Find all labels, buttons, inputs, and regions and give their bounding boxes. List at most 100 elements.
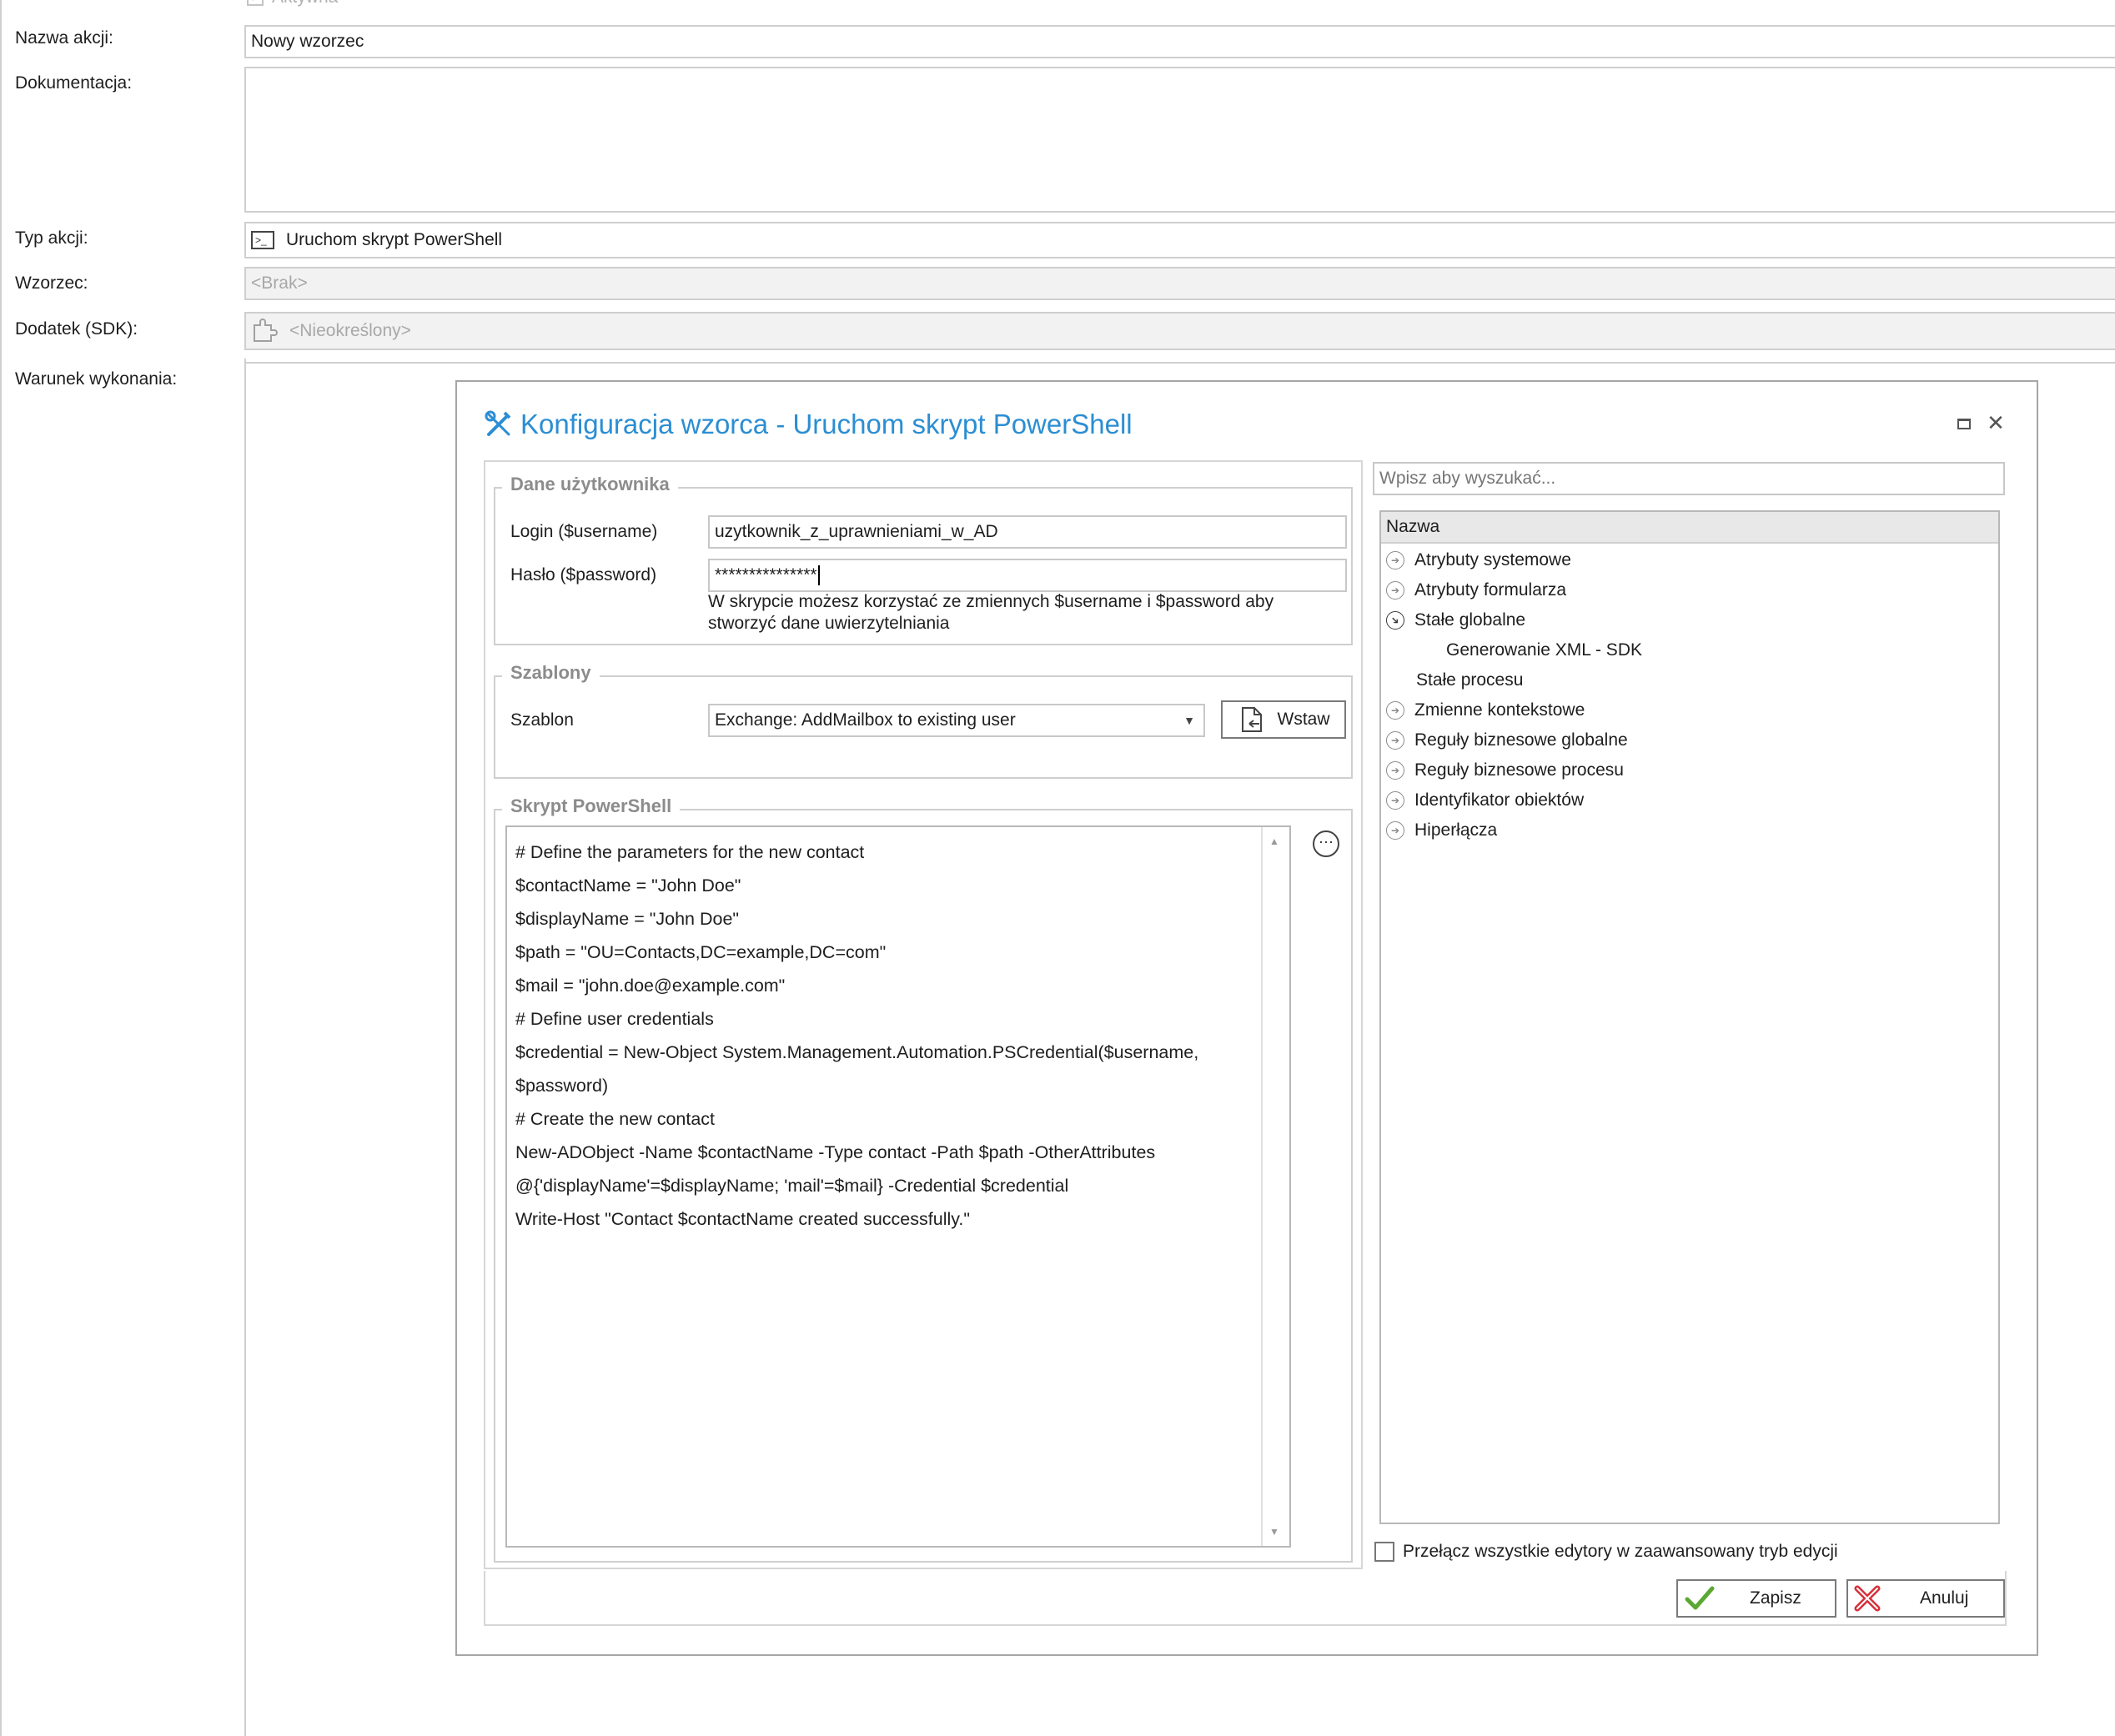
tree-item-label: Reguły biznesowe globalne — [1414, 730, 1628, 750]
tree-item-global-constants[interactable]: ➔ Stałe globalne — [1386, 605, 1987, 635]
tree-item-global-business-rules[interactable]: ➔ Reguły biznesowe globalne — [1386, 725, 1987, 755]
code-line: # Create the new contact — [515, 1109, 716, 1129]
login-input[interactable]: uzytkownik_z_uprawnieniami_w_AD — [708, 515, 1347, 549]
documentation-textarea[interactable] — [244, 67, 2115, 213]
action-type-field[interactable]: >_ Uruchom skrypt PowerShell — [244, 222, 2115, 258]
scroll-up-arrow[interactable]: ▲ — [1269, 835, 1279, 847]
tree-item-system-attributes[interactable]: ➔ Atrybuty systemowe — [1386, 545, 1987, 575]
template-select-value: Exchange: AddMailbox to existing user — [715, 710, 1016, 730]
more-options-button[interactable]: ··· — [1313, 830, 1339, 857]
action-name-input[interactable]: Nowy wzorzec — [244, 25, 2115, 58]
puzzle-icon — [251, 319, 278, 344]
tree-item-context-variables[interactable]: ➔ Zmienne kontekstowe — [1386, 695, 1987, 725]
code-line: # Define user credentials — [515, 1009, 714, 1029]
tree-item-label: Stałe globalne — [1414, 610, 1526, 630]
collapse-icon[interactable]: ➔ — [1386, 611, 1404, 630]
tree-item-label: Stałe procesu — [1416, 670, 1524, 690]
tree-item-label: Generowanie XML - SDK — [1446, 640, 1642, 660]
expand-icon[interactable]: ➔ — [1386, 821, 1404, 840]
password-input[interactable]: *************** — [708, 559, 1347, 592]
expand-icon[interactable]: ➔ — [1386, 761, 1404, 780]
dialog-title-bar: Konfiguracja wzorca - Uruchom skrypt Pow… — [484, 404, 1133, 445]
expand-icon[interactable]: ➔ — [1386, 581, 1404, 600]
tree-item-label: Atrybuty formularza — [1414, 580, 1567, 600]
pattern-label: Wzorzec: — [15, 273, 88, 293]
tree-item-object-identifier[interactable]: ➔ Identyfikator obiektów — [1386, 785, 1987, 815]
advanced-mode-checkbox[interactable] — [1374, 1542, 1394, 1562]
scroll-down-arrow[interactable]: ▼ — [1269, 1526, 1279, 1538]
cancel-button[interactable]: Anuluj — [1846, 1579, 2005, 1618]
left-divider — [0, 0, 2, 1736]
ellipsis-icon: ··· — [1319, 833, 1334, 850]
check-icon — [1685, 1585, 1715, 1612]
password-value: *************** — [715, 565, 817, 585]
tree-item-hyperlinks[interactable]: ➔ Hiperłącza — [1386, 815, 1987, 845]
code-line: @{'displayName'=$displayName; 'mail'=$ma… — [515, 1176, 1069, 1196]
documentation-label: Dokumentacja: — [15, 73, 133, 93]
cancel-label: Anuluj — [1920, 1588, 1969, 1608]
login-label: Login ($username) — [510, 522, 658, 541]
code-line: Write-Host "Contact $contactName created… — [515, 1209, 971, 1229]
condition-label: Warunek wykonania: — [15, 369, 178, 389]
active-label: Aktywna — [272, 0, 338, 8]
addon-field: <Nieokreślony> — [244, 312, 2115, 350]
tree-item-label: Identyfikator obiektów — [1414, 790, 1585, 810]
tree-item-process-constants[interactable]: Stałe procesu — [1386, 665, 1987, 695]
tree-item-xml-sdk[interactable]: Generowanie XML - SDK — [1386, 635, 1987, 665]
expand-icon[interactable]: ➔ — [1386, 551, 1404, 569]
tree-list: ➔ Atrybuty systemowe ➔ Atrybuty formular… — [1386, 545, 1987, 845]
code-line: # Define the parameters for the new cont… — [515, 842, 865, 862]
maximize-button[interactable] — [1956, 415, 1972, 432]
condition-top-border — [244, 362, 2115, 364]
insert-label: Wstaw — [1277, 710, 1330, 729]
script-scrollbar[interactable]: ▲ ▼ — [1261, 827, 1289, 1546]
save-label: Zapisz — [1750, 1588, 1801, 1608]
insert-button[interactable]: Wstaw — [1221, 700, 1346, 739]
tree-item-process-business-rules[interactable]: ➔ Reguły biznesowe procesu — [1386, 755, 1987, 785]
label-column-divider — [244, 359, 246, 1736]
action-type-value: Uruchom skrypt PowerShell — [286, 230, 503, 249]
action-name-label: Nazwa akcji: — [15, 28, 113, 48]
tree-header-label: Nazwa — [1386, 517, 1440, 536]
close-button[interactable]: ✕ — [1985, 410, 2007, 435]
template-select[interactable]: Exchange: AddMailbox to existing user ▼ — [708, 704, 1205, 737]
advanced-mode-toggle[interactable]: Przełącz wszystkie edytory w zaawansowan… — [1374, 1539, 1838, 1564]
code-line: $password) — [515, 1076, 609, 1096]
cancel-x-icon — [1853, 1584, 1881, 1613]
tree-item-label: Reguły biznesowe procesu — [1414, 760, 1624, 780]
chevron-down-icon: ▼ — [1183, 714, 1195, 727]
insert-doc-icon — [1238, 705, 1266, 734]
save-button[interactable]: Zapisz — [1676, 1579, 1836, 1618]
tree-item-form-attributes[interactable]: ➔ Atrybuty formularza — [1386, 575, 1987, 605]
code-line: $mail = "john.doe@example.com" — [515, 976, 786, 996]
code-line: New-ADObject -Name $contactName -Type co… — [515, 1142, 1156, 1162]
search-input[interactable] — [1373, 462, 2005, 495]
active-checkbox-row[interactable]: ✓ Aktywna — [247, 0, 338, 8]
tree-item-label: Atrybuty systemowe — [1414, 550, 1571, 569]
expand-icon[interactable]: ➔ — [1386, 731, 1404, 750]
expand-icon[interactable]: ➔ — [1386, 791, 1404, 810]
code-line: $credential = New-Object System.Manageme… — [515, 1042, 1199, 1062]
tools-icon — [484, 409, 514, 439]
action-type-label: Typ akcji: — [15, 228, 88, 248]
code-line: $displayName = "John Doe" — [515, 909, 740, 929]
template-label: Szablon — [510, 710, 574, 730]
active-checkbox[interactable]: ✓ — [247, 0, 264, 6]
credentials-hint-2: stworzyć dane uwierzytelniania — [708, 614, 950, 633]
tree-item-label: Zmienne kontekstowe — [1414, 700, 1585, 720]
expand-icon[interactable]: ➔ — [1386, 701, 1404, 720]
addon-value: <Nieokreślony> — [289, 321, 411, 340]
script-caption: Skrypt PowerShell — [502, 795, 681, 817]
advanced-mode-label: Przełącz wszystkie edytory w zaawansowan… — [1403, 1542, 1838, 1561]
addon-label: Dodatek (SDK): — [15, 319, 138, 339]
text-cursor — [817, 565, 820, 585]
dialog-title: Konfiguracja wzorca - Uruchom skrypt Pow… — [520, 409, 1133, 439]
maximize-icon — [1957, 418, 1971, 429]
tree-item-label: Hiperłącza — [1414, 820, 1498, 840]
password-label: Hasło ($password) — [510, 565, 657, 585]
tree-header[interactable]: Nazwa — [1381, 512, 1998, 544]
script-code: # Define the parameters for the new cont… — [515, 835, 1258, 1236]
templates-caption: Szablony — [502, 662, 600, 684]
pattern-field: <Brak> — [244, 267, 2115, 300]
credentials-hint-1: W skrypcie możesz korzystać ze zmiennych… — [708, 592, 1274, 611]
